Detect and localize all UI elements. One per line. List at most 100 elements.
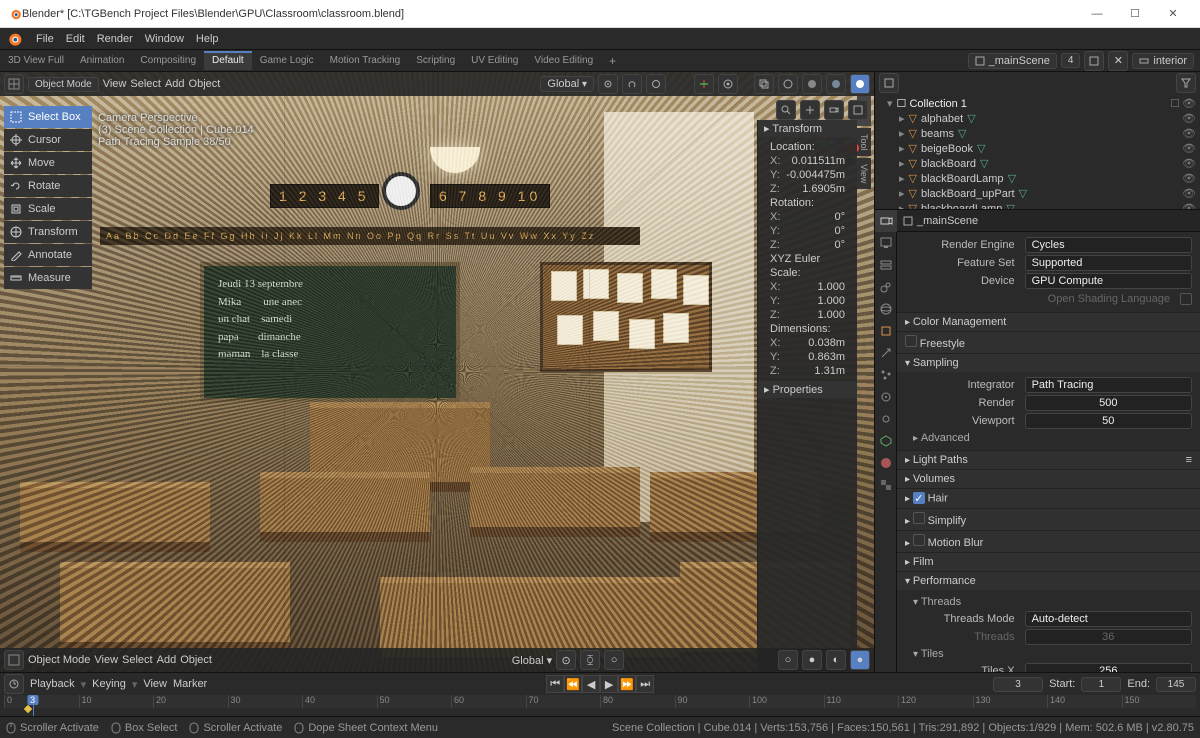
tl-menu-playback[interactable]: Playback: [30, 678, 75, 690]
shading-solid-footer[interactable]: ●: [802, 650, 822, 670]
tab-viewlayer[interactable]: [875, 254, 897, 276]
shading-lookdev-footer[interactable]: ◐: [826, 650, 846, 670]
vp-footer-add[interactable]: Add: [157, 654, 177, 666]
snap-icon[interactable]: [622, 74, 642, 94]
motionblur-checkbox[interactable]: [913, 534, 925, 546]
start-frame-field[interactable]: 1: [1081, 677, 1121, 692]
shading-lookdev-icon[interactable]: [826, 74, 846, 94]
visibility-toggle[interactable]: 👁: [1182, 172, 1196, 185]
current-frame-field[interactable]: 3: [993, 677, 1043, 692]
editor-type-icon[interactable]: [4, 74, 24, 94]
rotation-x[interactable]: 0°: [834, 211, 845, 223]
snap-footer-icon[interactable]: ⧲: [580, 650, 600, 670]
outliner-item[interactable]: ▸▽beigeBook▽👁: [879, 141, 1196, 156]
shading-solid-icon[interactable]: [802, 74, 822, 94]
scale-z[interactable]: 1.000: [817, 309, 845, 321]
vp-menu-object[interactable]: Object: [189, 78, 221, 90]
workspace-tab-compositing[interactable]: Compositing: [132, 51, 204, 70]
tool-cursor[interactable]: Cursor: [4, 129, 92, 151]
pivot-icon[interactable]: [598, 74, 618, 94]
workspace-tab-animation[interactable]: Animation: [72, 51, 132, 70]
panel-volumes[interactable]: ▸ Volumes: [897, 470, 1200, 488]
orientation-footer[interactable]: Global ▾: [512, 654, 552, 667]
viewport-samples-field[interactable]: 50: [1025, 413, 1192, 429]
prop-footer-icon[interactable]: ○: [604, 650, 624, 670]
mode-selector[interactable]: Object Mode: [28, 77, 99, 92]
timeline-editor-icon[interactable]: [4, 674, 24, 694]
panel-advanced[interactable]: ▸ Advanced: [905, 430, 1192, 446]
outliner-collection[interactable]: ▾☐ Collection 1☐ 👁: [879, 96, 1196, 111]
panel-freestyle[interactable]: Freestyle: [897, 332, 1200, 353]
mode-selector-footer[interactable]: Object Mode: [28, 654, 90, 666]
shading-rendered-footer[interactable]: ●: [850, 650, 870, 670]
visibility-toggle[interactable]: 👁: [1182, 142, 1196, 155]
play-button[interactable]: ▶: [600, 675, 618, 693]
freestyle-checkbox[interactable]: [905, 335, 917, 347]
shading-rendered-icon[interactable]: [850, 74, 870, 94]
tab-scene[interactable]: [875, 276, 897, 298]
3d-viewport[interactable]: Object Mode View Select Add Object Globa…: [0, 72, 874, 672]
outliner-item[interactable]: ▸▽blackboardLamp▽👁: [879, 201, 1196, 210]
vp-menu-view[interactable]: View: [103, 78, 127, 90]
panel-film[interactable]: ▸ Film: [897, 553, 1200, 571]
tab-modifier[interactable]: [875, 342, 897, 364]
outliner-item[interactable]: ▸▽blackBoardLamp▽👁: [879, 171, 1196, 186]
tool-rotate[interactable]: Rotate: [4, 175, 92, 197]
viewlayer-selector[interactable]: interior: [1132, 53, 1194, 69]
add-workspace-button[interactable]: +: [601, 50, 624, 72]
keyframe-next-button[interactable]: ⏩: [618, 675, 636, 693]
panel-sampling[interactable]: ▾ Sampling: [897, 354, 1200, 372]
overlay-toggle-icon[interactable]: [718, 74, 738, 94]
panel-lightpaths[interactable]: ▸ Light Paths ≡: [897, 451, 1200, 469]
close-button[interactable]: ✕: [1154, 0, 1192, 28]
threads-mode-select[interactable]: Auto-detect: [1025, 611, 1192, 627]
vp-footer-object[interactable]: Object: [180, 654, 212, 666]
tab-material[interactable]: [875, 452, 897, 474]
tab-output[interactable]: [875, 232, 897, 254]
workspace-tab-game-logic[interactable]: Game Logic: [252, 51, 322, 70]
vp-menu-select[interactable]: Select: [130, 78, 161, 90]
sub-tiles[interactable]: ▾ Tiles: [905, 646, 1192, 662]
pivot-footer-icon[interactable]: ⊙: [556, 650, 576, 670]
tl-menu-keying[interactable]: Keying: [92, 678, 126, 690]
hair-checkbox[interactable]: ✓: [913, 492, 925, 504]
visibility-toggle[interactable]: 👁: [1182, 157, 1196, 170]
integrator-select[interactable]: Path Tracing: [1025, 377, 1192, 393]
gizmo-toggle-icon[interactable]: [694, 74, 714, 94]
tool-annotate[interactable]: Annotate: [4, 244, 92, 266]
minimize-button[interactable]: —: [1078, 0, 1116, 28]
tl-menu-marker[interactable]: Marker: [173, 678, 207, 690]
tl-menu-view[interactable]: View: [143, 678, 167, 690]
visibility-toggle[interactable]: 👁: [1182, 187, 1196, 200]
sub-threads[interactable]: ▾ Threads: [905, 594, 1192, 610]
tool-move[interactable]: Move: [4, 152, 92, 174]
playhead[interactable]: 3: [27, 695, 38, 705]
scene-selector[interactable]: _mainScene: [968, 53, 1057, 69]
menu-help[interactable]: Help: [190, 33, 225, 45]
tab-particles[interactable]: [875, 364, 897, 386]
device-select[interactable]: GPU Compute: [1025, 273, 1192, 289]
keyframe-prev-button[interactable]: ⏪: [564, 675, 582, 693]
jump-end-button[interactable]: ⏭: [636, 675, 654, 693]
menu-file[interactable]: File: [30, 33, 60, 45]
tool-select-box[interactable]: Select Box: [4, 106, 92, 128]
osl-checkbox[interactable]: [1180, 293, 1192, 305]
rotation-mode[interactable]: XYZ Euler: [770, 253, 845, 265]
location-y[interactable]: -0.004475m: [786, 169, 845, 181]
xray-icon[interactable]: [754, 74, 774, 94]
panel-motionblur[interactable]: ▸ Motion Blur: [897, 531, 1200, 552]
editor-type-footer-icon[interactable]: [4, 650, 24, 670]
render-engine-select[interactable]: Cycles: [1025, 237, 1192, 253]
workspace-tab-scripting[interactable]: Scripting: [408, 51, 463, 70]
new-scene-button[interactable]: [1084, 51, 1104, 71]
visibility-toggle[interactable]: 👁: [1182, 112, 1196, 125]
location-x[interactable]: 0.011511m: [792, 155, 845, 167]
workspace-tab-video-editing[interactable]: Video Editing: [526, 51, 601, 70]
play-reverse-button[interactable]: ◀: [582, 675, 600, 693]
transform-panel-header[interactable]: ▸ Transform: [758, 120, 857, 137]
workspace-tab-motion-tracking[interactable]: Motion Tracking: [322, 51, 409, 70]
menu-render[interactable]: Render: [91, 33, 139, 45]
simplify-checkbox[interactable]: [913, 512, 925, 524]
tab-physics[interactable]: [875, 386, 897, 408]
proportional-icon[interactable]: [646, 74, 666, 94]
